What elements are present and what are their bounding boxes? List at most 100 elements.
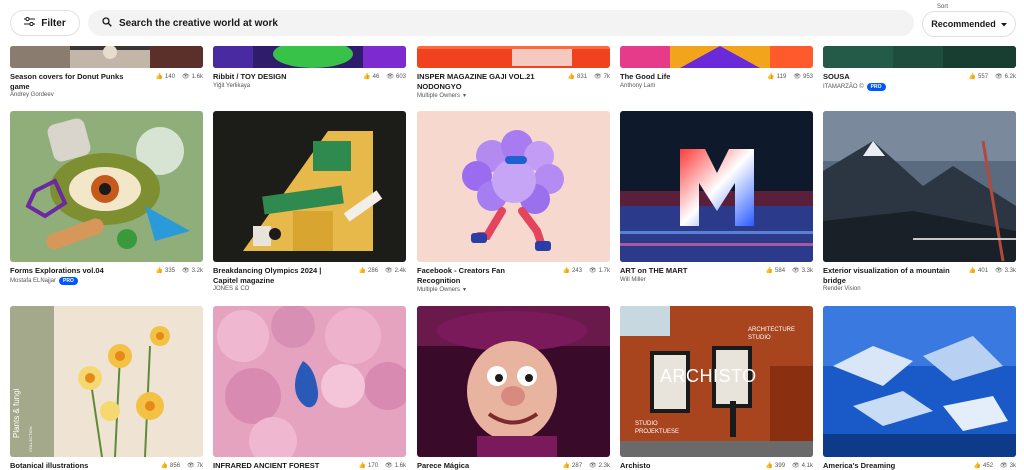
- like-count: 401: [978, 267, 989, 274]
- project-title[interactable]: Ribbit / TOY DESIGN: [213, 72, 341, 82]
- filter-label: Filter: [41, 17, 66, 29]
- thumbnail-caption: ARCHISTO: [660, 366, 757, 386]
- thumbs-up-icon: 👍: [767, 74, 775, 80]
- owner-name[interactable]: JONES & CO: [213, 286, 249, 292]
- project-thumbnail[interactable]: [213, 111, 406, 262]
- view-count: 4.1k: [801, 462, 813, 469]
- view-count: 2.3k: [598, 462, 610, 469]
- sort-value: Recommended: [931, 19, 996, 29]
- eye-icon: 👁: [594, 74, 602, 80]
- project-thumbnail[interactable]: [213, 306, 406, 457]
- project-title[interactable]: The Good Life: [620, 72, 748, 82]
- sort-control: Sort Recommended: [922, 4, 1016, 37]
- project-title[interactable]: ART on THE MART: [620, 266, 748, 276]
- eye-icon: 👁: [385, 463, 393, 469]
- project-card[interactable]: Forms Explorations vol.04 👍 335 👁 3.2k Mos…: [10, 111, 203, 285]
- project-title[interactable]: Season covers for Donut Punks game: [10, 72, 138, 91]
- project-thumbnail[interactable]: [10, 46, 203, 68]
- owner-name[interactable]: Multiple Owners: [417, 287, 460, 293]
- project-title[interactable]: Facebook - Creators Fan Recognition: [417, 266, 545, 285]
- project-title[interactable]: Breakdancing Olympics 2024 | Capitel mag…: [213, 266, 341, 285]
- owner-name[interactable]: Anthony Lam: [620, 83, 655, 89]
- project-thumbnail[interactable]: [620, 46, 813, 68]
- owner-name[interactable]: Yiğit Yerlikaya: [213, 83, 250, 89]
- project-card[interactable]: Parece Mágica 👍 287 👁 2.3k: [417, 306, 610, 470]
- project-card[interactable]: INSPER MAGAZINE GAJI VOL.21 NODONGYO 👍 83…: [417, 46, 610, 99]
- sort-caption: Sort: [937, 4, 949, 10]
- project-card[interactable]: Exterior visualization of a mountain bri…: [823, 111, 1016, 292]
- thumbnail-subcaption: COLLECTION: [28, 426, 33, 452]
- thumbs-up-icon: 👍: [155, 74, 164, 80]
- project-card[interactable]: SOUSA 👍 557 👁 6.2k ITAMARZÃO © PRO: [823, 46, 1016, 91]
- project-title[interactable]: Parece Mágica: [417, 461, 545, 470]
- eye-icon: 👁: [995, 268, 1003, 274]
- like-count: 46: [372, 73, 380, 80]
- eye-icon: 👁: [792, 463, 800, 469]
- eye-icon: 👁: [589, 268, 597, 274]
- project-title[interactable]: Botanical illustrations: [10, 461, 138, 470]
- eye-icon: 👁: [182, 74, 190, 80]
- project-thumbnail[interactable]: [823, 111, 1016, 262]
- owner-name[interactable]: Multiple Owners: [417, 93, 460, 99]
- thumbnail-subcaption: ARCHITECTURE STUDIO: [748, 327, 796, 341]
- thumbs-up-icon: 👍: [562, 268, 571, 274]
- project-card[interactable]: Breakdancing Olympics 2024 | Capitel mag…: [213, 111, 406, 292]
- pro-badge: PRO: [866, 82, 886, 91]
- like-count: 170: [368, 462, 379, 469]
- project-title[interactable]: Forms Explorations vol.04: [10, 266, 138, 276]
- project-thumbnail[interactable]: [417, 306, 610, 457]
- search-input[interactable]: [119, 17, 819, 29]
- owner-name[interactable]: Andrey Gordeev: [10, 92, 54, 98]
- project-thumbnail[interactable]: ARCHISTO ARCHITECTURE STUDIO STUDIO PROJ…: [620, 306, 813, 457]
- owner-name[interactable]: Render Vision: [823, 286, 861, 292]
- chevron-down-icon[interactable]: ▾: [463, 92, 466, 99]
- project-title[interactable]: SOUSA: [823, 72, 951, 82]
- like-count: 140: [165, 73, 176, 80]
- thumbs-up-icon: 👍: [363, 74, 371, 80]
- project-title[interactable]: America's Dreaming: [823, 461, 951, 470]
- project-thumbnail[interactable]: [10, 111, 203, 262]
- project-thumbnail[interactable]: [417, 46, 610, 68]
- project-card[interactable]: Season covers for Donut Punks game 👍 140 …: [10, 46, 203, 98]
- project-thumbnail[interactable]: [417, 111, 610, 262]
- sort-dropdown[interactable]: Recommended: [922, 11, 1016, 37]
- filter-button[interactable]: Filter: [10, 10, 80, 36]
- project-card[interactable]: Ribbit / TOY DESIGN 👍 46 👁 603 Yiğit Yerli…: [213, 46, 406, 89]
- like-count: 399: [775, 462, 786, 469]
- owner-name[interactable]: ITAMARZÃO ©: [823, 84, 864, 90]
- project-card[interactable]: Facebook - Creators Fan Recognition 👍 243…: [417, 111, 610, 293]
- project-card[interactable]: America's Dreaming 👍 452 👁 3k: [823, 306, 1016, 470]
- search-bar[interactable]: [88, 10, 914, 36]
- project-title[interactable]: INFRARED ANCIENT FOREST: [213, 461, 341, 470]
- thumbs-up-icon: 👍: [968, 268, 977, 274]
- project-title[interactable]: Archisto: [620, 461, 748, 470]
- project-title[interactable]: INSPER MAGAZINE GAJI VOL.21 NODONGYO: [417, 72, 545, 91]
- view-count: 1.6k: [191, 73, 203, 80]
- project-thumbnail[interactable]: [620, 111, 813, 262]
- eye-icon: 👁: [589, 463, 597, 469]
- eye-icon: 👁: [792, 268, 800, 274]
- eye-icon: 👁: [385, 268, 393, 274]
- owner-name[interactable]: Will Miller: [620, 277, 646, 283]
- like-count: 584: [775, 267, 786, 274]
- project-title[interactable]: Exterior visualization of a mountain bri…: [823, 266, 951, 285]
- thumbs-up-icon: 👍: [358, 463, 367, 469]
- chevron-down-icon[interactable]: ▾: [463, 286, 466, 293]
- thumbs-up-icon: 👍: [765, 463, 774, 469]
- project-card[interactable]: ARCHISTO ARCHITECTURE STUDIO STUDIO PROJ…: [620, 306, 813, 470]
- owner-name[interactable]: Mostafa ELNajjar: [10, 278, 56, 284]
- like-count: 286: [368, 267, 379, 274]
- project-thumbnail[interactable]: [823, 306, 1016, 457]
- view-count: 3.2k: [191, 267, 203, 274]
- project-thumbnail[interactable]: [213, 46, 406, 68]
- project-card[interactable]: INFRARED ANCIENT FOREST 👍 170 👁 1.6k: [213, 306, 406, 470]
- project-card[interactable]: The Good Life 👍 119 👁 953 Anthony Lam: [620, 46, 813, 89]
- project-card[interactable]: ART on THE MART 👍 584 👁 3.3k Will Miller: [620, 111, 813, 283]
- project-thumbnail[interactable]: [823, 46, 1016, 68]
- project-card[interactable]: Plants & fungi COLLECTION Botanical illu…: [10, 306, 203, 470]
- thumbs-up-icon: 👍: [567, 74, 576, 80]
- project-thumbnail[interactable]: Plants & fungi COLLECTION: [10, 306, 203, 457]
- view-count: 603: [395, 73, 406, 80]
- thumbs-up-icon: 👍: [973, 463, 982, 469]
- thumbs-up-icon: 👍: [160, 463, 169, 469]
